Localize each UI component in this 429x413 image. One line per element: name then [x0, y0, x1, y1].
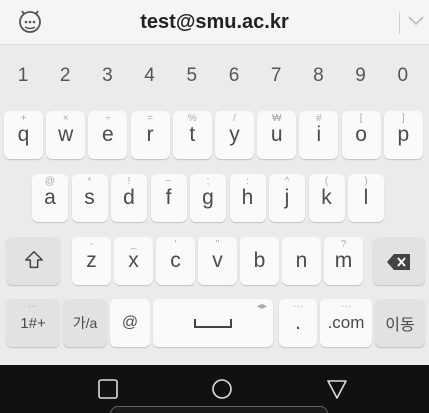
key-h[interactable]: h: [229, 174, 266, 222]
key-m[interactable]: m? [324, 237, 363, 285]
key-hint: " [215, 239, 220, 250]
key-o[interactable]: o[ [341, 111, 381, 159]
at-key[interactable]: @ [110, 299, 150, 347]
number-key-7-label: 7 [270, 65, 282, 86]
divider [399, 12, 400, 34]
space-key[interactable]: ◂▸ [153, 299, 273, 347]
key-b-label: b [253, 249, 266, 272]
number-key-1[interactable]: 1 [4, 56, 42, 96]
key-v[interactable]: v " [198, 237, 237, 285]
key-hint: ! [127, 176, 131, 187]
key-hint: ) [364, 176, 368, 187]
key-hint: - [89, 239, 94, 250]
key-a[interactable]: a @ [32, 174, 68, 222]
shift-icon [25, 251, 43, 269]
number-key-3-label: 3 [102, 65, 113, 86]
key-hint: ··· [28, 301, 38, 312]
number-key-0-label: 0 [397, 65, 409, 86]
key-hint: + [20, 113, 27, 124]
key-hint: ~ [165, 176, 172, 187]
key-hint: @ [44, 176, 56, 187]
symbols-key[interactable]: 1#+ ··· [6, 299, 60, 347]
circle-home-icon[interactable] [210, 377, 234, 401]
key-f[interactable]: f ~ [150, 174, 187, 222]
key-hint: ··· [293, 301, 303, 312]
key-hint: ( [324, 176, 329, 187]
period-key[interactable]: . ··· [279, 299, 317, 347]
gesture-handle [110, 406, 328, 413]
key-hint: ? [340, 239, 347, 250]
key-t[interactable]: t% [172, 111, 212, 159]
key-hint: ] [401, 113, 405, 124]
number-key-2-label: 2 [59, 65, 71, 86]
number-key-5[interactable]: 5 [173, 56, 211, 96]
square-recents-icon[interactable] [96, 377, 120, 401]
number-key-9-label: 9 [355, 65, 366, 86]
number-key-1-label: 1 [17, 65, 29, 86]
key-z[interactable]: z- [72, 237, 111, 285]
key-hint: × [62, 113, 69, 124]
number-key-6-label: 6 [228, 65, 240, 86]
number-key-7[interactable]: 7 [257, 56, 295, 96]
key-hint: / [233, 113, 236, 124]
key-hint: ◂▸ [256, 301, 267, 312]
key-s[interactable]: s * [71, 174, 108, 222]
key-hint: _ [130, 239, 137, 250]
chevron-down-icon[interactable] [407, 14, 425, 28]
key-w[interactable]: w × [46, 111, 86, 159]
key-p[interactable]: p] [383, 111, 423, 159]
key-n[interactable]: n [282, 237, 321, 285]
language-switch-label: 가/a [72, 315, 98, 331]
key-c[interactable]: c ' [156, 237, 195, 285]
number-key-4[interactable]: 4 [131, 56, 169, 96]
at-label: @ [121, 314, 139, 331]
key-i[interactable]: i # [299, 111, 339, 159]
key-hint: = [147, 113, 154, 124]
key-hint: ^ [284, 176, 290, 187]
key-hint: [ [359, 113, 363, 124]
key-r[interactable]: r = [130, 111, 170, 159]
key-hint: % [187, 113, 197, 124]
key-b[interactable]: b [240, 237, 279, 285]
backspace-key[interactable] [373, 237, 425, 285]
number-key-5-label: 5 [186, 65, 198, 86]
key-hint: : [246, 176, 249, 187]
key-hint: ; [206, 176, 210, 187]
number-key-8-label: 8 [313, 65, 324, 86]
number-key-6[interactable]: 6 [215, 56, 253, 96]
number-key-0[interactable]: 0 [384, 56, 422, 96]
key-l[interactable]: l) [348, 174, 384, 222]
number-key-9[interactable]: 9 [342, 56, 380, 96]
language-switch-key[interactable]: 가/a [63, 299, 107, 347]
key-g[interactable]: g; [190, 174, 226, 222]
key-y[interactable]: y / [215, 111, 254, 159]
backspace-icon [387, 254, 410, 270]
go-key[interactable]: 이동 [375, 299, 425, 347]
key-hint: ÷ [105, 113, 111, 124]
key-hint: # [316, 113, 322, 124]
key-e[interactable]: e ÷ [88, 111, 128, 159]
key-k[interactable]: k( [308, 174, 345, 222]
triangle-back-icon[interactable] [325, 377, 349, 401]
key-hint: ₩ [271, 113, 282, 124]
key-d[interactable]: d! [111, 174, 147, 222]
key-u[interactable]: u ₩ [257, 111, 297, 159]
number-key-4-label: 4 [144, 65, 155, 86]
suggestion-bar: test@smu.ac.kr [0, 0, 429, 45]
word-suggestion[interactable]: test@smu.ac.kr [0, 0, 429, 45]
key-j[interactable]: j ^ [269, 174, 305, 222]
dotcom-key[interactable]: .com ··· [320, 299, 372, 347]
key-hint: ' [174, 239, 177, 250]
key-x[interactable]: x _ [114, 237, 153, 285]
spacebar-icon [194, 319, 232, 328]
number-key-2[interactable]: 2 [46, 56, 84, 96]
go-label: 이동 [385, 317, 415, 334]
key-n-label: n [295, 249, 308, 272]
number-key-3[interactable]: 3 [88, 56, 126, 96]
shift-key[interactable] [6, 237, 60, 285]
key-q[interactable]: q + [4, 111, 43, 159]
key-hint: * [87, 176, 92, 187]
number-key-8[interactable]: 8 [299, 56, 337, 96]
key-hint: ··· [341, 301, 351, 312]
